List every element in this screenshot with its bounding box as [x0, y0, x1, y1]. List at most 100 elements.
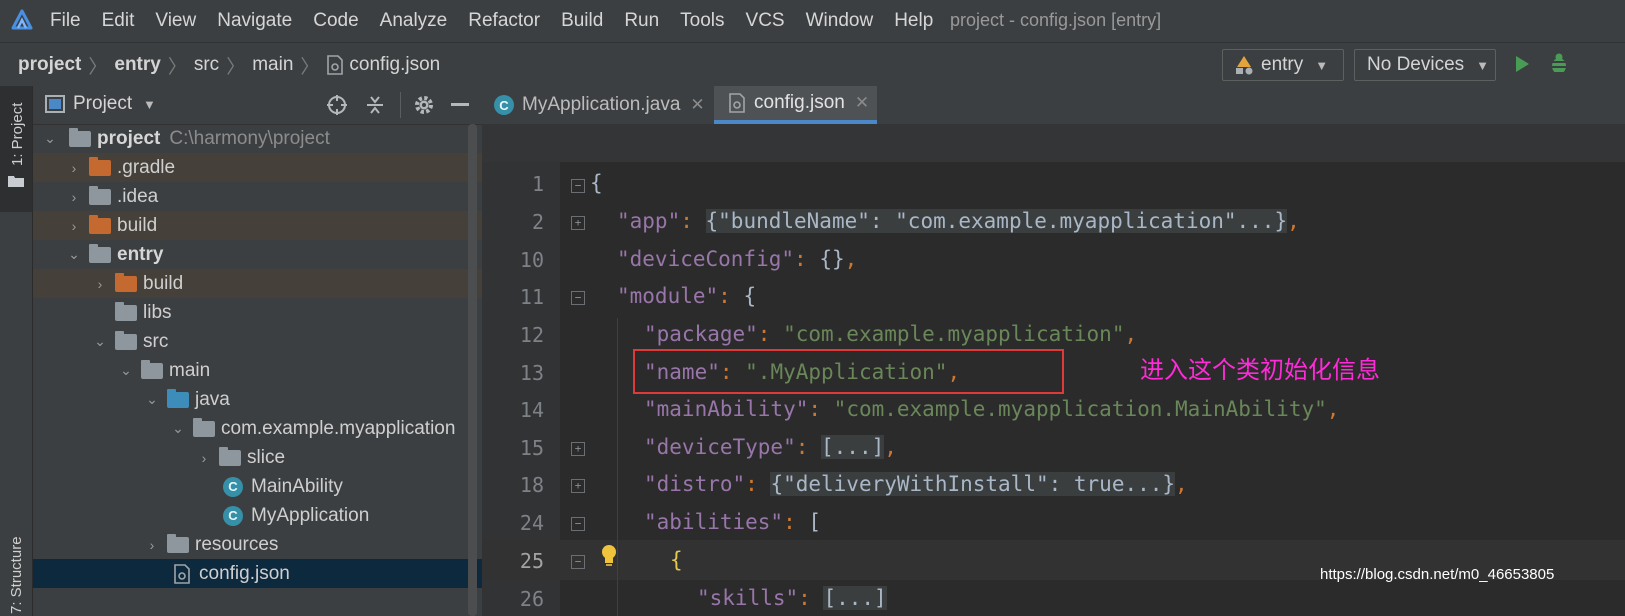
code-line[interactable]: { [670, 548, 683, 572]
tree-row-myapplication[interactable]: C MyApplication [33, 501, 495, 530]
crumb-project[interactable]: project [18, 54, 81, 76]
menu-view[interactable]: View [155, 10, 196, 32]
fold-collapse-icon[interactable]: − [571, 517, 585, 531]
line-number: 2 [531, 210, 544, 234]
code-token: {} [819, 247, 845, 271]
module-folder-icon [89, 243, 111, 263]
tool-tab-project[interactable]: 1: Project [0, 86, 32, 212]
tree-row-mainability[interactable]: C MainAbility [33, 472, 495, 501]
tree-row-entry[interactable]: ⌄ entry [33, 240, 495, 269]
tree-row-gradle[interactable]: › .gradle [33, 153, 495, 182]
chevron-down-icon[interactable]: ⌄ [171, 420, 185, 437]
class-icon: C [494, 95, 514, 115]
menu-analyze[interactable]: Analyze [380, 10, 448, 32]
chevron-right-icon[interactable]: › [197, 450, 211, 466]
collapse-all-icon[interactable] [365, 94, 385, 116]
menu-navigate[interactable]: Navigate [217, 10, 292, 32]
code-line[interactable]: "module": { [617, 284, 756, 308]
chevron-down-icon[interactable]: ▼ [143, 97, 156, 112]
tool-tab-structure[interactable]: 7: Structure [8, 536, 25, 614]
tree-row-idea[interactable]: › .idea [33, 182, 495, 211]
chevron-down-icon[interactable]: ⌄ [67, 246, 81, 263]
menu-help[interactable]: Help [894, 10, 933, 32]
locate-target-icon[interactable] [326, 94, 348, 116]
line-number: 10 [519, 248, 544, 272]
fold-collapse-icon[interactable]: − [571, 291, 585, 305]
tree-row-config-json[interactable]: config.json [33, 559, 495, 588]
chevron-right-icon[interactable]: › [93, 276, 107, 292]
chevron-right-icon[interactable]: › [67, 189, 81, 205]
tree-row-libs[interactable]: libs [33, 298, 495, 327]
chevron-right-icon[interactable]: › [67, 160, 81, 176]
menu-window[interactable]: Window [806, 10, 874, 32]
tool-window-strip: 1: Project 7: Structure [0, 86, 33, 616]
line-number: 12 [519, 323, 544, 347]
chevron-down-icon[interactable]: ⌄ [93, 333, 107, 350]
gear-icon[interactable] [413, 94, 435, 116]
code-token: "skills" [697, 586, 799, 610]
tree-label: com.example.myapplication [221, 417, 456, 439]
module-config-icon [1236, 56, 1253, 75]
line-number: 24 [519, 511, 544, 535]
close-icon[interactable]: ✕ [690, 95, 704, 115]
navigation-bar: project 〉 entry 〉 src 〉 main 〉 config.js… [0, 42, 1625, 88]
code-line[interactable]: "app": {"bundleName": "com.example.myapp… [617, 209, 1300, 233]
tree-label: src [143, 330, 169, 352]
annotation-text: 进入这个类初始化信息 [1140, 356, 1380, 384]
editor-breadcrumb-strip [482, 124, 1625, 162]
code-line[interactable]: { [590, 171, 603, 195]
code-line[interactable]: "package": "com.example.myapplication", [644, 322, 1137, 346]
project-scrollbar[interactable] [468, 124, 477, 616]
crumb-src[interactable]: src [194, 54, 219, 76]
tab-config-json[interactable]: config.json ✕ [714, 86, 877, 124]
code-line[interactable]: "deviceType": [...], [644, 435, 897, 459]
project-panel-title[interactable]: Project [73, 93, 132, 115]
tree-row-package[interactable]: ⌄ com.example.myapplication [33, 414, 495, 443]
editor-tabs: C MyApplication.java ✕ config.json ✕ [482, 86, 1625, 125]
close-icon[interactable]: ✕ [855, 93, 869, 113]
fold-expand-icon[interactable]: + [571, 479, 585, 493]
crumb-main[interactable]: main [252, 54, 293, 76]
code-line[interactable]: "abilities": [ [644, 510, 821, 534]
tree-row-java[interactable]: ⌄ java [33, 385, 495, 414]
crumb-entry[interactable]: entry [114, 54, 160, 76]
fold-expand-icon[interactable]: + [571, 442, 585, 456]
code-line[interactable]: "deviceConfig": {}, [617, 247, 857, 271]
device-select[interactable]: No Devices ▼ [1354, 49, 1496, 81]
fold-expand-icon[interactable]: + [571, 216, 585, 230]
tab-myapplication-java[interactable]: C MyApplication.java ✕ [492, 86, 714, 124]
menu-code[interactable]: Code [313, 10, 358, 32]
code-line[interactable]: "skills": [...] [697, 586, 887, 610]
run-config-select[interactable]: entry ▼ [1222, 49, 1344, 81]
lightbulb-icon[interactable] [600, 544, 618, 568]
tree-row-slice[interactable]: › slice [33, 443, 495, 472]
tree-row-project[interactable]: ⌄ project C:\harmony\project [33, 124, 495, 153]
menu-build[interactable]: Build [561, 10, 603, 32]
tree-row-src[interactable]: ⌄ src [33, 327, 495, 356]
tree-row-entry-build[interactable]: › build [33, 269, 495, 298]
menu-tools[interactable]: Tools [680, 10, 724, 32]
crumb-config-json[interactable]: config.json [349, 54, 440, 76]
tree-row-resources[interactable]: › resources [33, 530, 495, 559]
chevron-right-icon[interactable]: › [67, 218, 81, 234]
fold-collapse-icon[interactable]: − [571, 179, 585, 193]
menu-file[interactable]: File [50, 10, 81, 32]
menu-vcs[interactable]: VCS [746, 10, 785, 32]
tree-row-build[interactable]: › build [33, 211, 495, 240]
code-token: "abilities" [644, 510, 784, 534]
hide-panel-icon[interactable] [451, 103, 469, 106]
tree-row-main[interactable]: ⌄ main [33, 356, 495, 385]
run-icon[interactable] [1512, 54, 1532, 74]
fold-collapse-icon[interactable]: − [571, 555, 585, 569]
menu-refactor[interactable]: Refactor [468, 10, 540, 32]
chevron-down-icon[interactable]: ⌄ [119, 362, 133, 379]
chevron-down-icon[interactable]: ⌄ [145, 391, 159, 408]
menu-run[interactable]: Run [624, 10, 659, 32]
chevron-right-icon[interactable]: › [145, 537, 159, 553]
code-line[interactable]: "distro": {"deliveryWithInstall": true..… [644, 472, 1188, 496]
code-token: { [590, 171, 603, 195]
debug-icon[interactable] [1547, 52, 1571, 76]
menu-edit[interactable]: Edit [102, 10, 135, 32]
chevron-down-icon[interactable]: ⌄ [43, 130, 57, 147]
code-line[interactable]: "mainAbility": "com.example.myapplicatio… [644, 397, 1339, 421]
